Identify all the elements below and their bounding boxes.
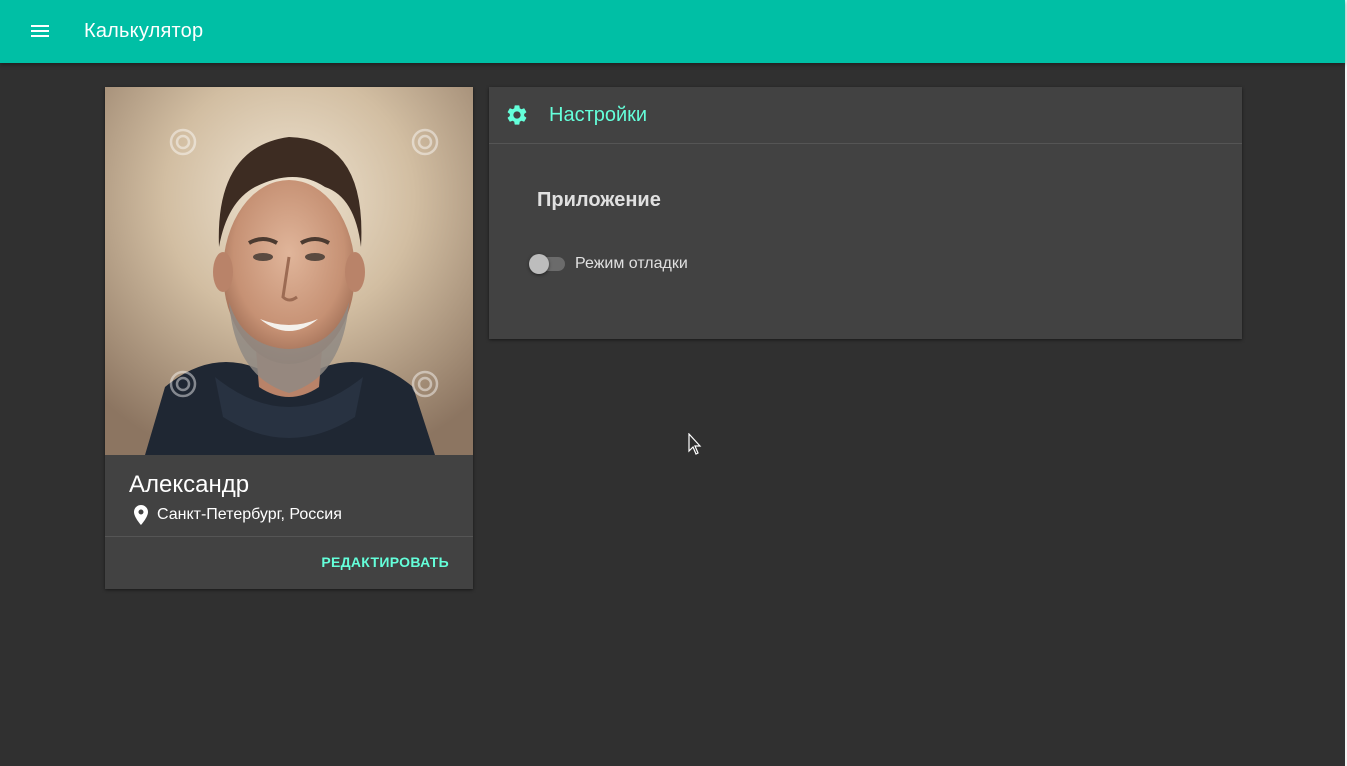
profile-photo xyxy=(105,87,473,455)
mouse-cursor-icon xyxy=(688,433,702,455)
top-app-bar: Калькулятор xyxy=(0,0,1345,63)
menu-icon[interactable] xyxy=(24,15,56,47)
profile-name: Александр xyxy=(129,471,250,498)
location-text: Санкт-Петербург, Россия xyxy=(157,506,342,523)
section-title-app: Приложение xyxy=(537,189,661,211)
debug-mode-label: Режим отладки xyxy=(575,255,688,272)
debug-mode-toggle[interactable] xyxy=(529,252,565,276)
location-row: Санкт-Петербург, Россия xyxy=(129,503,342,527)
profile-card: Александр Санкт-Петербург, Россия РЕДАКТ… xyxy=(105,87,473,589)
location-pin-icon xyxy=(134,505,148,525)
profile-photo-image xyxy=(105,87,473,455)
toggle-thumb[interactable] xyxy=(529,254,549,274)
debug-mode-toggle-row[interactable]: Режим отладки xyxy=(529,252,688,276)
settings-card: Настройки Приложение Режим отладки xyxy=(489,87,1242,339)
menu-button[interactable] xyxy=(24,15,56,47)
settings-title: Настройки xyxy=(549,104,648,126)
edit-button[interactable]: РЕДАКТИРОВАТЬ xyxy=(313,548,457,576)
settings-divider xyxy=(489,143,1242,144)
card-divider xyxy=(105,536,473,537)
gear-icon xyxy=(507,105,527,125)
settings-header: Настройки xyxy=(489,87,1242,143)
app-window: Калькулятор Александр Санкт-Петербург, Р… xyxy=(0,0,1347,766)
app-title: Калькулятор xyxy=(84,20,204,42)
